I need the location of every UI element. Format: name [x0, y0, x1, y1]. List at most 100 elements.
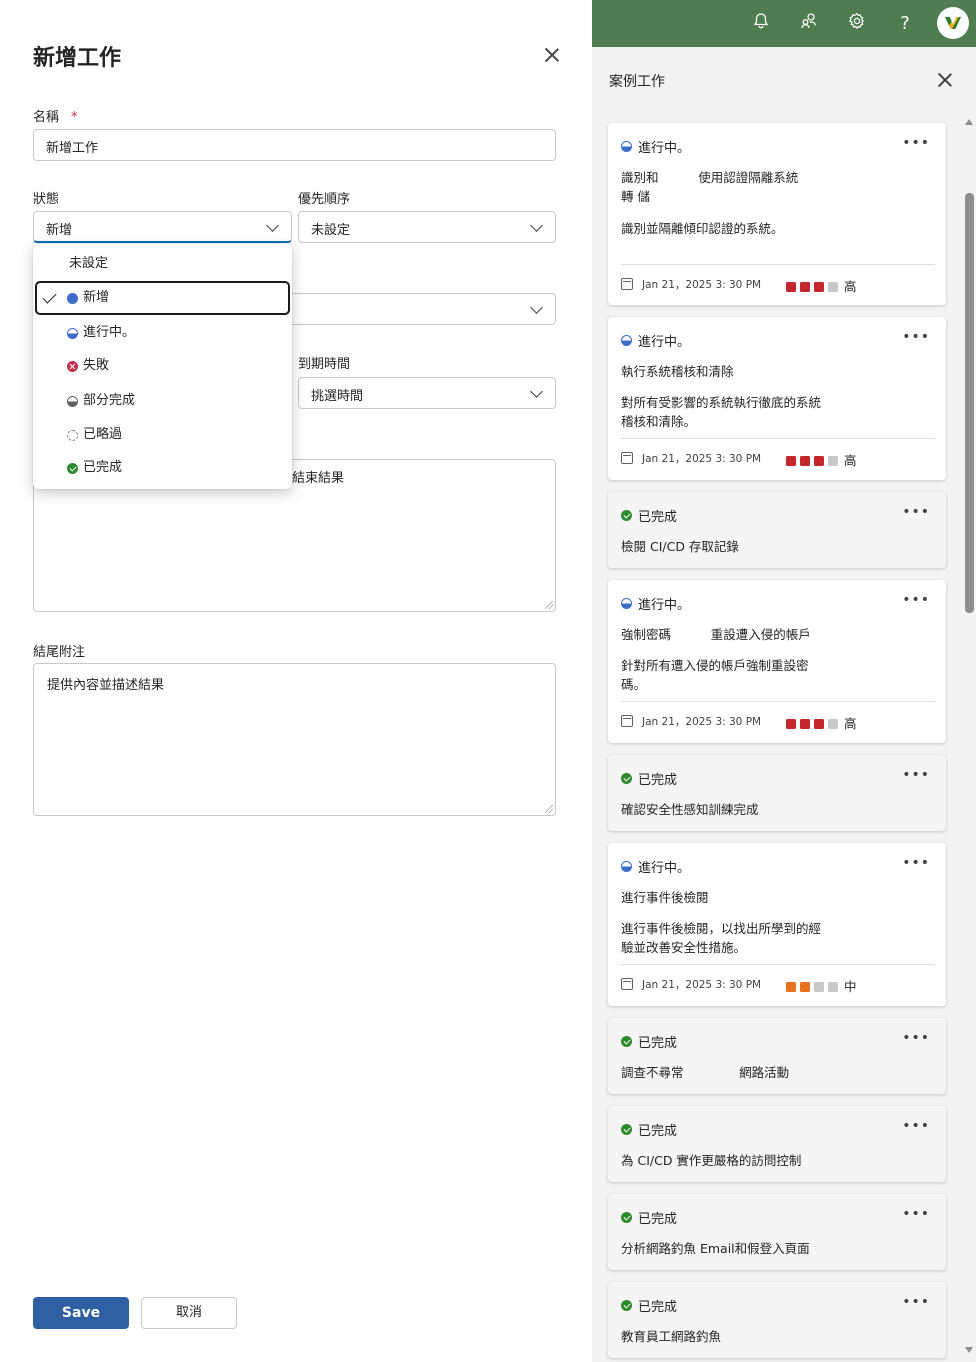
required-mark: * [71, 110, 78, 125]
more-options-icon[interactable]: ••• [902, 329, 930, 345]
task-title: 執行系統稽核和清除 [621, 364, 734, 379]
bell-icon[interactable] [749, 12, 773, 36]
task-status: 已完成 [621, 1120, 677, 1139]
more-options-icon[interactable]: ••• [902, 504, 930, 520]
more-options-icon[interactable]: ••• [902, 855, 930, 871]
more-options-icon[interactable]: ••• [902, 1118, 930, 1134]
close-icon[interactable] [937, 72, 953, 88]
task-status: 已完成 [621, 506, 677, 525]
task-card[interactable]: 進行中。 ••• 強制密碼 重設遭入侵的帳戶 針對所有遭入侵的帳戶強制重設密碼。 Jan… [608, 580, 946, 743]
task-card[interactable]: 已完成 ••• 為 CI/CD 實作更嚴格的訪問控制 [608, 1106, 946, 1182]
chevron-down-icon [530, 301, 543, 314]
completed-icon [621, 1212, 632, 1223]
more-options-icon[interactable]: ••• [902, 135, 930, 151]
status-option-failed[interactable]: 失敗 [35, 349, 290, 383]
calendar-icon [621, 978, 633, 990]
priority-indicator: 高 [786, 450, 857, 469]
close-icon[interactable] [544, 47, 560, 63]
status-option-not-set[interactable]: 未設定 [35, 247, 290, 281]
due-date-text: Jan 21，2025 3: 30 PM [642, 716, 762, 728]
completed-icon [67, 463, 78, 474]
task-description: 識別並隔離傾印認證的系統。 [621, 221, 784, 236]
status-option-in-progress[interactable]: 進行中。 [35, 316, 290, 350]
description-text: 結束結果 [292, 471, 345, 486]
task-status: 已完成 [621, 1032, 677, 1051]
completed-icon [621, 1036, 632, 1047]
help-icon[interactable]: ? [893, 12, 917, 36]
task-title: 教育員工網路釣魚 [621, 1329, 722, 1344]
status-value: 新增 [46, 223, 73, 238]
task-card[interactable]: 已完成 ••• 教育員工網路釣魚 [608, 1282, 946, 1358]
gear-icon[interactable] [845, 12, 869, 36]
task-status-label: 已完成 [638, 1036, 678, 1051]
task-card[interactable]: 進行中。 ••• 執行系統稽核和清除 對所有受影響的系統執行徹底的系統稽核和清除。 Ja… [608, 317, 946, 480]
status-dropdown[interactable]: 新增 [33, 211, 292, 243]
priority-square [786, 282, 796, 292]
task-due-date: Jan 21，2025 3: 30 PM [621, 714, 761, 729]
priority-square [800, 282, 810, 292]
completed-icon [621, 773, 632, 784]
completed-icon [621, 1300, 632, 1311]
status-option-new[interactable]: 新增 [35, 281, 290, 315]
task-due-date: Jan 21，2025 3: 30 PM [621, 277, 761, 292]
name-input[interactable]: 新增工作 [33, 129, 556, 161]
task-status: 已完成 [621, 1208, 677, 1227]
status-option-skipped[interactable]: 已略過 [35, 418, 290, 452]
task-due-date: Jan 21，2025 3: 30 PM [621, 451, 761, 466]
status-label: 狀態 [33, 192, 60, 207]
more-options-icon[interactable]: ••• [902, 592, 930, 608]
calendar-icon [621, 715, 633, 727]
priority-square [786, 982, 796, 992]
task-card[interactable]: 進行中。 ••• 進行事件後檢閱 進行事件後檢閱，以找出所學到的經驗並改善安全性措施。… [608, 843, 946, 1006]
priority-square [814, 982, 824, 992]
task-status: 已完成 [621, 1296, 677, 1315]
task-card[interactable]: 已完成 ••• 檢閱 CI/CD 存取記錄 [608, 492, 946, 568]
task-status: 進行中。 [621, 331, 690, 350]
task-card[interactable]: 已完成 ••• 調查不尋常 網路活動 [608, 1018, 946, 1094]
task-card[interactable]: 已完成 ••• 分析網路釣魚 Email和假登入頁面 [608, 1194, 946, 1270]
more-options-icon[interactable]: ••• [902, 1206, 930, 1222]
status-menu: 未設定 新增 進行中。 失敗 部分完成 已略過 已完成 [33, 244, 292, 489]
task-card[interactable]: 進行中。 ••• 識別和 使用認證隔離系統 轉 儲識別並隔離傾印認證的系統。 Jan … [608, 123, 946, 305]
checkmark-icon [42, 289, 57, 304]
task-description: 進行事件後檢閱，以找出所學到的經驗並改善安全性措施。 [621, 921, 822, 955]
due-date-text: Jan 21，2025 3: 30 PM [642, 979, 762, 991]
panel-title: 新增工作 [33, 46, 122, 71]
scroll-down-arrow[interactable] [965, 1347, 973, 1353]
resize-grip[interactable] [545, 601, 553, 609]
chevron-down-icon [266, 219, 279, 232]
status-option-completed[interactable]: 已完成 [35, 451, 290, 485]
cancel-button[interactable]: 取消 [141, 1297, 237, 1329]
due-time-value: 挑選時間 [311, 389, 364, 404]
in-progress-icon [621, 598, 632, 609]
due-time-picker[interactable]: 挑選時間 [298, 377, 556, 409]
task-description: 針對所有遭入侵的帳戶強制重設密碼。 [621, 658, 809, 692]
more-options-icon[interactable]: ••• [902, 767, 930, 783]
scroll-up-arrow[interactable] [965, 119, 973, 125]
in-progress-icon [67, 328, 78, 339]
priority-value: 未設定 [311, 223, 351, 238]
save-button[interactable]: Save [33, 1297, 129, 1329]
divider [621, 964, 935, 965]
due-time-label: 到期時間 [298, 357, 351, 372]
calendar-icon [621, 278, 633, 290]
priority-indicator: 高 [786, 276, 857, 295]
top-bar: ? [592, 0, 976, 47]
avatar[interactable] [937, 7, 969, 39]
task-card[interactable]: 已完成 ••• 確認安全性感知訓練完成 [608, 755, 946, 831]
failed-icon [67, 361, 78, 372]
case-tasks-pane: ? 案例工作 進行中。 ••• 識別和 使用認證隔離系統 轉 儲識別並隔離傾印認證的… [592, 0, 976, 1362]
more-options-icon[interactable]: ••• [902, 1294, 930, 1310]
closing-notes-textarea[interactable]: 提供內容並描述結果 [33, 663, 556, 816]
priority-label: 高 [844, 716, 857, 731]
scrollbar-thumb[interactable] [965, 193, 974, 613]
more-options-icon[interactable]: ••• [902, 1030, 930, 1046]
task-status: 進行中。 [621, 137, 690, 156]
resize-grip[interactable] [545, 805, 553, 813]
people-icon[interactable] [797, 12, 821, 36]
task-title: 調查不尋常 網路活動 [621, 1065, 790, 1080]
completed-icon [621, 1124, 632, 1135]
priority-dropdown[interactable]: 未設定 [298, 211, 556, 243]
task-status-label: 進行中。 [638, 861, 691, 876]
status-option-partially-completed[interactable]: 部分完成 [35, 384, 290, 418]
